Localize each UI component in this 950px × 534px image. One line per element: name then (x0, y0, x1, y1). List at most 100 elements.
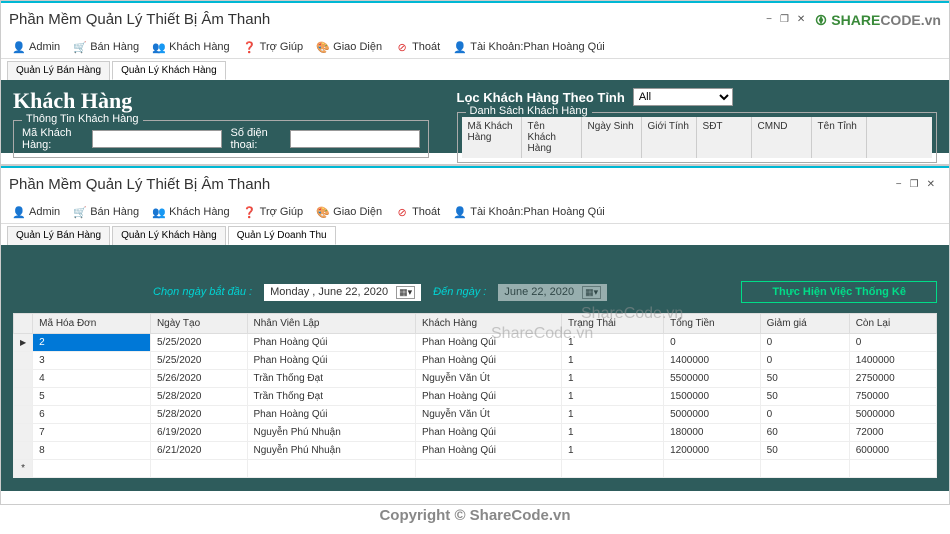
cell-tt[interactable]: 1 (562, 370, 664, 388)
row-selector[interactable] (14, 442, 33, 460)
cell-giam[interactable]: 0 (760, 406, 849, 424)
table-row[interactable]: 65/28/2020Phan Hoàng QúiNguyễn Văn Út150… (14, 406, 937, 424)
input-sdt[interactable] (290, 130, 420, 148)
table-row[interactable]: 76/19/2020Nguyễn Phú NhuậnPhan Hoàng Qúi… (14, 424, 937, 442)
cell-giam[interactable]: 0 (760, 334, 849, 352)
cell-tong[interactable]: 5000000 (664, 406, 761, 424)
cell-kh[interactable]: Phan Hoàng Qúi (415, 352, 561, 370)
cell-kh[interactable]: Nguyễn Văn Út (415, 370, 561, 388)
cell-tong[interactable]: 180000 (664, 424, 761, 442)
row-selector-new[interactable]: * (14, 460, 33, 478)
row-selector[interactable] (14, 406, 33, 424)
table-row[interactable]: ▶25/25/2020Phan Hoàng QúiPhan Hoàng Qúi1… (14, 334, 937, 352)
cell-id[interactable]: 5 (33, 388, 151, 406)
close-button[interactable]: ✕ (797, 14, 805, 25)
minimize-button-2[interactable]: − (896, 179, 902, 190)
cell-con[interactable]: 0 (849, 334, 936, 352)
tab-ban-hang[interactable]: Quản Lý Bán Hàng (7, 61, 110, 80)
cell-giam[interactable]: 50 (760, 442, 849, 460)
menu-giao-dien[interactable]: 🎨Giao Diện (311, 39, 388, 55)
cell-kh[interactable]: Phan Hoàng Qúi (415, 424, 561, 442)
table-row[interactable]: 35/25/2020Phan Hoàng QúiPhan Hoàng Qúi11… (14, 352, 937, 370)
row-selector[interactable] (14, 370, 33, 388)
cell-tong[interactable]: 5500000 (664, 370, 761, 388)
tab-ban-hang-2[interactable]: Quản Lý Bán Hàng (7, 226, 110, 245)
cell-id[interactable]: 2 (33, 334, 151, 352)
th-con-lai[interactable]: Còn Lại (849, 314, 936, 334)
cell-tong[interactable]: 1500000 (664, 388, 761, 406)
cell-kh[interactable]: Nguyễn Văn Út (415, 406, 561, 424)
cell-date[interactable]: 5/25/2020 (150, 352, 247, 370)
th-khach-hang[interactable]: Khách Hàng (415, 314, 561, 334)
menu-thoat[interactable]: ⊘Thoát (390, 39, 446, 55)
cell-nv[interactable]: Nguyễn Phú Nhuận (247, 442, 415, 460)
date-picker-start[interactable]: Monday , June 22, 2020▦▾ (264, 284, 421, 301)
cell-tt[interactable]: 1 (562, 442, 664, 460)
cell-tt[interactable]: 1 (562, 352, 664, 370)
calendar-icon[interactable]: ▦▾ (582, 286, 601, 299)
table-row-new[interactable]: * (14, 460, 937, 478)
table-row[interactable]: 45/26/2020Trần Thống ĐạtNguyễn Văn Út155… (14, 370, 937, 388)
cell-nv[interactable]: Phan Hoàng Qúi (247, 334, 415, 352)
cell-id[interactable]: 6 (33, 406, 151, 424)
cell-giam[interactable]: 0 (760, 352, 849, 370)
menu-tai-khoan[interactable]: 👤Tài Khoản:Phan Hoàng Qúi (448, 39, 611, 55)
cell-tt[interactable]: 1 (562, 424, 664, 442)
tab-khach-hang-2[interactable]: Quản Lý Khách Hàng (112, 226, 226, 245)
row-selector[interactable]: ▶ (14, 334, 33, 352)
cell-nv[interactable]: Trần Thống Đạt (247, 388, 415, 406)
close-button-2[interactable]: ✕ (927, 179, 935, 190)
cell-nv[interactable]: Phan Hoàng Qúi (247, 352, 415, 370)
cell-nv[interactable]: Trần Thống Đạt (247, 370, 415, 388)
th-trang-thai[interactable]: Trạng Thái (562, 314, 664, 334)
cell-tong[interactable]: 1200000 (664, 442, 761, 460)
cell-kh[interactable]: Phan Hoàng Qúi (415, 442, 561, 460)
date-picker-end[interactable]: June 22, 2020▦▾ (498, 284, 607, 301)
cell-con[interactable]: 2750000 (849, 370, 936, 388)
cell-nv[interactable]: Nguyễn Phú Nhuận (247, 424, 415, 442)
menu-khach-hang[interactable]: 👥Khách Hàng (147, 39, 236, 55)
cell-id[interactable]: 8 (33, 442, 151, 460)
menu-tro-giup-2[interactable]: ❓Trợ Giúp (238, 204, 309, 220)
cell-tong[interactable]: 1400000 (664, 352, 761, 370)
cell-date[interactable]: 5/28/2020 (150, 406, 247, 424)
cell-tt[interactable]: 1 (562, 388, 664, 406)
menu-ban-hang[interactable]: 🛒Bán Hàng (68, 39, 145, 55)
input-ma-kh[interactable] (92, 130, 222, 148)
cell-date[interactable]: 6/21/2020 (150, 442, 247, 460)
table-row[interactable]: 86/21/2020Nguyễn Phú NhuậnPhan Hoàng Qúi… (14, 442, 937, 460)
row-selector[interactable] (14, 352, 33, 370)
cell-id[interactable]: 3 (33, 352, 151, 370)
cell-con[interactable]: 72000 (849, 424, 936, 442)
menu-admin[interactable]: 👤Admin (7, 39, 66, 55)
calendar-icon[interactable]: ▦▾ (396, 286, 415, 299)
tab-khach-hang[interactable]: Quản Lý Khách Hàng (112, 61, 226, 80)
th-ma-hd[interactable]: Mã Hóa Đơn (33, 314, 151, 334)
row-selector[interactable] (14, 424, 33, 442)
cell-date[interactable]: 6/19/2020 (150, 424, 247, 442)
cell-giam[interactable]: 50 (760, 388, 849, 406)
th-ngay-tao[interactable]: Ngày Tạo (150, 314, 247, 334)
table-row[interactable]: 55/28/2020Trần Thống ĐạtPhan Hoàng Qúi11… (14, 388, 937, 406)
menu-khach-hang-2[interactable]: 👥Khách Hàng (147, 204, 236, 220)
tab-doanh-thu[interactable]: Quản Lý Doanh Thu (228, 226, 336, 245)
row-selector[interactable] (14, 388, 33, 406)
stats-button[interactable]: Thực Hiện Việc Thống Kê (741, 281, 937, 303)
cell-kh[interactable]: Phan Hoàng Qúi (415, 334, 561, 352)
cell-date[interactable]: 5/26/2020 (150, 370, 247, 388)
menu-thoat-2[interactable]: ⊘Thoát (390, 204, 446, 220)
cell-date[interactable]: 5/28/2020 (150, 388, 247, 406)
cell-nv[interactable]: Phan Hoàng Qúi (247, 406, 415, 424)
menu-ban-hang-2[interactable]: 🛒Bán Hàng (68, 204, 145, 220)
cell-id[interactable]: 7 (33, 424, 151, 442)
th-tong-tien[interactable]: Tổng Tiền (664, 314, 761, 334)
maximize-button-2[interactable]: ❐ (910, 179, 919, 190)
cell-con[interactable]: 1400000 (849, 352, 936, 370)
cell-id[interactable]: 4 (33, 370, 151, 388)
cell-date[interactable]: 5/25/2020 (150, 334, 247, 352)
menu-tro-giup[interactable]: ❓Trợ Giúp (238, 39, 309, 55)
cell-kh[interactable]: Phan Hoàng Qúi (415, 388, 561, 406)
minimize-button[interactable]: − (766, 14, 772, 25)
th-nv-lap[interactable]: Nhân Viên Lập (247, 314, 415, 334)
cell-tong[interactable]: 0 (664, 334, 761, 352)
